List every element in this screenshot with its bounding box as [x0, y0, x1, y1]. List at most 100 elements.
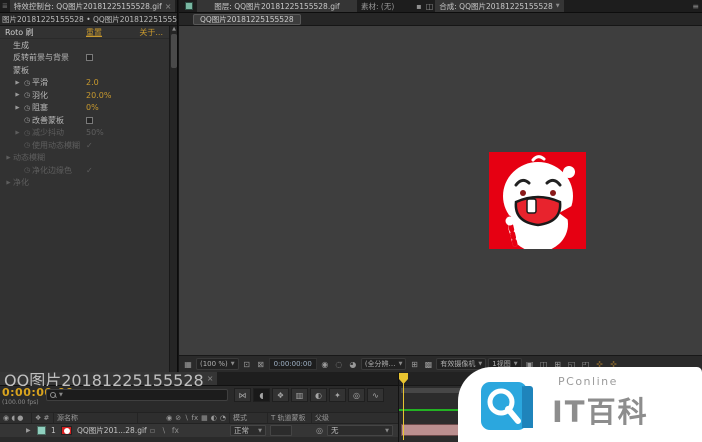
stopwatch-icon[interactable]: ◷ [22, 116, 32, 124]
stopwatch-icon[interactable]: ◷ [22, 166, 32, 174]
trkmat-column-header[interactable]: T 轨道蒙板 [268, 413, 312, 423]
frame-blend-icon[interactable]: ▥ [291, 388, 308, 402]
layer-image[interactable] [489, 152, 586, 249]
layer-row[interactable]: ▶ 1 QQ图片201...28.gif ▫∖fx 正常▼ ◎ 无▼ [0, 424, 398, 437]
layer-name[interactable]: QQ图片201...28.gif [77, 424, 147, 437]
effect-property-row[interactable]: ▶◷羽化 20.0% [0, 89, 177, 102]
graph-editor-icon[interactable]: ∿ [367, 388, 384, 402]
motion-blur-icon[interactable]: ◐ [310, 388, 327, 402]
effect-property-row[interactable]: ◷使用动态模糊✓ [0, 139, 177, 152]
tab-timeline-comp[interactable]: QQ图片20181225155528 × [0, 372, 217, 385]
reset-link[interactable]: 重置 [86, 26, 102, 39]
property-value[interactable]: 50% [86, 128, 104, 137]
transparency-grid-icon[interactable]: ▩ [422, 360, 434, 369]
expander-icon[interactable]: ▶ [13, 92, 22, 98]
effect-property-row[interactable]: 生成 [0, 39, 177, 52]
timeline-tab-close-icon[interactable]: × [207, 374, 214, 383]
expander-icon[interactable]: ▶ [13, 80, 22, 86]
blend-mode-select[interactable]: 正常▼ [230, 425, 266, 436]
chevron-down-icon[interactable]: ▼ [556, 3, 560, 9]
property-label: 净化边缘色 [32, 165, 72, 176]
stopwatch-icon[interactable]: ◷ [22, 129, 32, 137]
layer-switch-icon[interactable]: ∖ [161, 426, 166, 435]
comp-flowchart-icon[interactable]: ▪ [414, 2, 423, 11]
show-snapshot-icon[interactable]: ◌ [333, 360, 345, 369]
expander-icon[interactable]: ▶ [4, 155, 13, 161]
expander-icon[interactable]: ▶ [4, 180, 13, 186]
timeline-search-box[interactable]: ▼ [46, 389, 228, 401]
auto-keyframe-icon[interactable]: ◎ [348, 388, 365, 402]
av-columns-header: ◉ ◖ ● [0, 413, 32, 423]
trkmat-select[interactable] [270, 425, 292, 436]
resolution-select[interactable]: (全分辨…▼ [361, 358, 407, 370]
switch-column-icon: ◐ [211, 414, 217, 422]
layer-color-chip[interactable] [37, 426, 46, 435]
target-region-icon[interactable]: ⊞ [408, 360, 420, 369]
effect-property-row[interactable]: ▶净化 [0, 177, 177, 190]
parent-column-header[interactable]: 父级 [312, 413, 396, 423]
property-value[interactable]: 2.0 [86, 78, 99, 87]
tab-effect-controls[interactable]: 特效控制台: QQ图片20181225155528.gif × [10, 0, 176, 13]
viewer-tabbar: 图层: QQ图片20181225155528.gif 素材: (无) ▪ ◫ 合… [179, 0, 702, 13]
effect-property-row[interactable]: 反转前景与背景 [0, 52, 177, 65]
viewer-timecode[interactable]: 0:00:00:00 [269, 358, 317, 370]
property-value[interactable]: 0% [86, 103, 99, 112]
property-label: 羽化 [32, 90, 48, 101]
panel-menu-icon[interactable]: ≡ [175, 2, 177, 11]
property-checkbox[interactable] [86, 54, 93, 61]
about-link[interactable]: 关于... [139, 26, 163, 39]
mini-flowchart-icon[interactable]: ⋈ [234, 388, 251, 402]
property-label: 净化 [13, 177, 29, 188]
source-name-column-header[interactable]: 源名称 [54, 413, 138, 423]
effect-property-row[interactable]: ▶动态模糊 [0, 152, 177, 165]
parent-select[interactable]: 无▼ [327, 425, 393, 436]
property-check-icon[interactable]: ✓ [86, 166, 93, 175]
scrollbar[interactable]: ▲ [169, 26, 177, 372]
property-value[interactable]: 20.0% [86, 91, 111, 100]
breadcrumb[interactable]: QQ图片20181225155528 [193, 14, 301, 25]
shy-layers-icon[interactable]: ◖ [253, 388, 270, 402]
viewer-panel-menu-icon[interactable]: ≡ [689, 2, 702, 11]
expander-icon[interactable]: ▶ [13, 130, 22, 136]
stopwatch-icon[interactable]: ◷ [22, 104, 32, 112]
stopwatch-icon[interactable]: ◷ [22, 79, 32, 87]
channels-icon[interactable]: ◕ [347, 360, 359, 369]
close-icon[interactable]: × [165, 2, 172, 11]
camera-select[interactable]: 有效摄像机▼ [436, 358, 486, 370]
brainstorm-icon[interactable]: ✦ [329, 388, 346, 402]
snapshot-icon[interactable]: ◉ [319, 360, 331, 369]
effect-property-row[interactable]: ▶◷阻塞0% [0, 102, 177, 115]
expander-icon[interactable]: ▶ [13, 105, 22, 111]
panel-grip-icon[interactable]: ≣ [0, 2, 10, 10]
layer-switch-icon[interactable]: fx [172, 426, 179, 435]
composition-tab-label: 合成: QQ图片20181225155528 [439, 1, 553, 12]
layer-tab-label: 图层: QQ图片20181225155528.gif [214, 1, 339, 12]
effect-name[interactable]: Roto 刷 [5, 28, 34, 37]
effect-property-row[interactable]: ◷改善蒙板 [0, 114, 177, 127]
tab-composition[interactable]: 合成: QQ图片20181225155528 ▼ [435, 0, 563, 13]
search-options-icon[interactable]: ▼ [59, 392, 63, 398]
tab-layer[interactable]: 图层: QQ图片20181225155528.gif [197, 0, 357, 13]
viewer-canvas[interactable] [179, 26, 702, 355]
effect-property-row[interactable]: ◷净化边缘色 ✓ [0, 164, 177, 177]
effect-property-row[interactable]: ▶◷平滑2.0 [0, 77, 177, 90]
fps-display: (100.00 fps) [2, 399, 39, 406]
pixel-motion-icon[interactable]: ❖ [272, 388, 289, 402]
stopwatch-icon[interactable]: ◷ [22, 141, 32, 149]
mode-column-header[interactable]: 模式 [230, 413, 268, 423]
parent-pickwhip-icon[interactable]: ◎ [316, 424, 323, 437]
scroll-up-icon[interactable]: ▲ [170, 26, 177, 32]
safe-areas-icon[interactable]: ⊡ [241, 360, 253, 369]
effect-property-row[interactable]: ▶◷减少抖动50% [0, 127, 177, 140]
stopwatch-icon[interactable]: ◷ [22, 91, 32, 99]
current-time-indicator-line [403, 383, 404, 440]
comp-lock-icon[interactable]: ◫ [424, 2, 436, 11]
property-check-icon[interactable]: ✓ [86, 141, 93, 150]
layer-switch-icon[interactable]: ▫ [150, 426, 155, 435]
region-of-interest-icon[interactable]: ⊠ [255, 360, 267, 369]
tab-footage[interactable]: 素材: (无) [357, 0, 398, 13]
layer-expander-icon[interactable]: ▶ [26, 424, 31, 437]
property-checkbox[interactable] [86, 117, 93, 124]
effect-property-row[interactable]: 蒙板 [0, 64, 177, 77]
scrollbar-thumb[interactable] [171, 34, 177, 68]
